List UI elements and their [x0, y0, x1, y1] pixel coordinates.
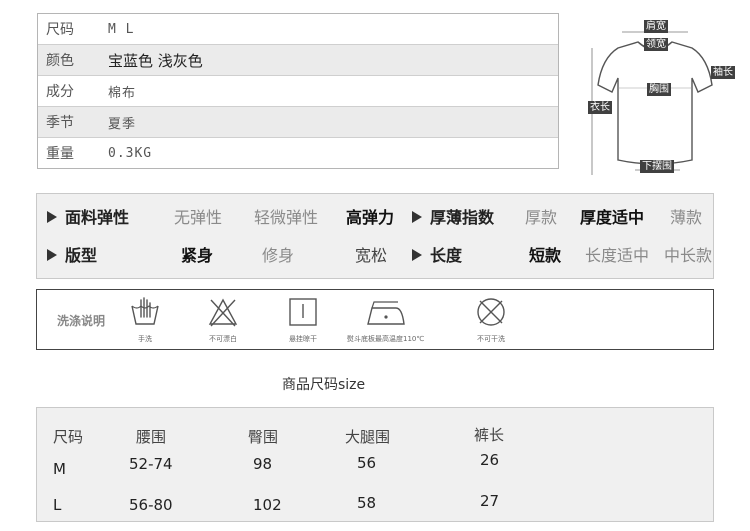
fit-option: 宽松 [355, 246, 388, 265]
attr-row-season: 季节 夏季 [38, 106, 558, 137]
hem-tag: 下摆围 [640, 160, 674, 173]
wash-caption: 不可漂白 [209, 335, 237, 343]
iron-icon [366, 301, 405, 325]
fit-option: 修身 [262, 246, 295, 265]
wash-caption: 熨斗底板最高温度110℃ [347, 335, 425, 343]
attr-label: 尺码 [46, 22, 74, 38]
length-option: 长度适中 [585, 246, 650, 265]
attr-label: 成分 [46, 84, 74, 100]
wash-item-no-dry-clean: 不可干洗 [475, 296, 507, 344]
length-heading: 长度 [412, 246, 462, 266]
attribute-table: 尺码 M L 颜色 宝蓝色 浅灰色 成分 棉布 季节 夏季 重量 0.3KG [37, 13, 559, 169]
shirt-measurement-diagram: 肩宽 领宽 袖长 胸围 衣长 下摆围 [580, 10, 745, 182]
shoulder-width-tag: 肩宽 [644, 20, 668, 33]
hang-dry-icon [289, 298, 317, 326]
triangle-arrow-icon [412, 211, 422, 223]
attr-label: 颜色 [46, 53, 74, 69]
attr-row-material: 成分 棉布 [38, 75, 558, 106]
wash-caption: 不可干洗 [477, 335, 505, 343]
wash-caption: 悬挂晾干 [289, 335, 317, 343]
size-chart-table: 尺码 腰围 臀围 大腿围 裤长 M 52-74 98 56 26 L 56-80… [36, 407, 714, 522]
thickness-option: 薄款 [670, 208, 703, 227]
triangle-arrow-icon [47, 249, 57, 261]
size-cell: 102 [253, 496, 282, 514]
size-cell: 27 [480, 492, 500, 510]
attr-label: 重量 [46, 146, 74, 162]
thickness-option-selected: 厚度适中 [580, 208, 645, 227]
no-dry-clean-icon [477, 298, 505, 326]
elasticity-option: 轻微弹性 [254, 208, 319, 227]
fabric-properties-panel: 面料弹性 无弹性 轻微弹性 高弹力 厚薄指数 厚款 厚度适中 薄款 版型 紧身 … [36, 193, 714, 279]
wash-item-no-bleach: 不可漂白 [207, 296, 239, 344]
size-header: 臀围 [248, 428, 279, 446]
size-header: 尺码 [53, 428, 84, 446]
elasticity-option: 无弹性 [174, 208, 223, 227]
length-label: 长度 [430, 246, 463, 265]
size-cell: 26 [480, 451, 500, 469]
size-header: 裤长 [474, 426, 505, 444]
triangle-arrow-icon [412, 249, 422, 261]
wash-item-hand-wash: 手洗 [129, 296, 161, 344]
size-cell: L [53, 496, 62, 514]
attr-row-color: 颜色 宝蓝色 浅灰色 [38, 44, 558, 75]
size-cell: 52-74 [129, 455, 173, 473]
hand-wash-icon [131, 297, 159, 325]
wash-item-hang-dry: 悬挂晾干 [287, 296, 319, 344]
size-cell: 56-80 [129, 496, 173, 514]
size-cell: 56 [357, 454, 377, 472]
length-option: 中长款 [664, 246, 713, 265]
thickness-label: 厚薄指数 [430, 208, 495, 227]
wash-caption: 手洗 [138, 335, 152, 343]
size-cell: 58 [357, 494, 377, 512]
chest-tag: 胸围 [647, 83, 671, 96]
attr-value: 宝蓝色 浅灰色 [108, 51, 203, 70]
size-cell: 98 [253, 455, 273, 473]
sleeve-length-tag: 袖长 [711, 66, 735, 79]
elasticity-option-selected: 高弹力 [346, 208, 395, 227]
body-length-tag: 衣长 [588, 101, 612, 114]
wash-item-iron: 熨斗底板最高温度110℃ [347, 296, 424, 344]
washing-instructions-panel: 洗涤说明 手洗 不可漂白 悬挂晾干 熨斗底板最高温度110℃ 不可干洗 [36, 289, 714, 350]
attr-label: 季节 [46, 115, 74, 131]
attr-value: 棉布 [108, 85, 137, 101]
size-header: 大腿围 [345, 428, 391, 446]
size-header: 腰围 [136, 428, 167, 446]
fit-label: 版型 [65, 246, 98, 265]
washing-title: 洗涤说明 [57, 314, 106, 328]
attr-value: M L [108, 21, 135, 37]
attr-row-size: 尺码 M L [38, 14, 558, 44]
thickness-option: 厚款 [525, 208, 558, 227]
attr-row-weight: 重量 0.3KG [38, 137, 558, 168]
length-option-selected: 短款 [529, 246, 562, 265]
neck-width-tag: 领宽 [644, 38, 668, 51]
fabric-elasticity-heading: 面料弹性 [47, 208, 129, 228]
triangle-arrow-icon [47, 211, 57, 223]
attr-value: 0.3KG [108, 145, 153, 161]
size-cell: M [53, 460, 66, 478]
fabric-elasticity-label: 面料弹性 [65, 208, 130, 227]
no-bleach-icon [208, 298, 238, 327]
size-chart-title: 商品尺码size [282, 377, 366, 393]
shirt-outline-icon [591, 31, 713, 175]
fit-heading: 版型 [47, 246, 97, 266]
attr-value: 夏季 [108, 116, 137, 132]
thickness-heading: 厚薄指数 [412, 208, 494, 228]
fit-option-selected: 紧身 [181, 246, 214, 265]
